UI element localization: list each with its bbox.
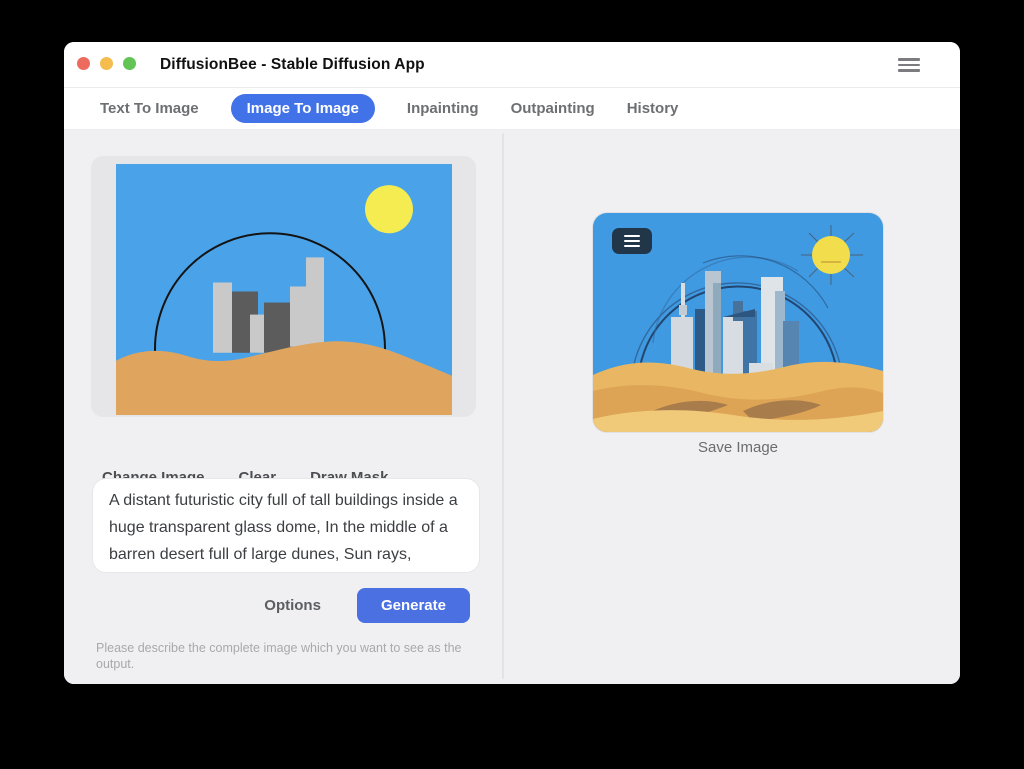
tab-outpainting[interactable]: Outpainting <box>511 100 595 117</box>
tab-inpainting[interactable]: Inpainting <box>407 100 479 117</box>
generated-image-card <box>593 213 883 432</box>
traffic-lights <box>77 57 136 70</box>
prompt-input[interactable]: A distant futuristic city full of tall b… <box>92 478 480 573</box>
input-image-preview <box>116 164 452 415</box>
zoom-button[interactable] <box>123 57 136 70</box>
prompt-helper-text: Please describe the complete image which… <box>96 640 478 672</box>
hamburger-menu-icon[interactable] <box>898 55 920 75</box>
desktop-background: DiffusionBee - Stable Diffusion App Text… <box>0 0 1024 769</box>
tab-history[interactable]: History <box>627 100 679 117</box>
result-menu-icon[interactable] <box>612 228 652 254</box>
main-content: Change Image Clear Draw Mask A distant f… <box>64 130 960 684</box>
generate-button[interactable]: Generate <box>357 588 470 623</box>
window-title: DiffusionBee - Stable Diffusion App <box>160 56 425 74</box>
tab-text-to-image[interactable]: Text To Image <box>100 100 199 117</box>
generate-row: Options Generate <box>92 588 470 623</box>
app-window: DiffusionBee - Stable Diffusion App Text… <box>64 42 960 684</box>
minimize-button[interactable] <box>100 57 113 70</box>
save-image-button[interactable]: Save Image <box>593 439 883 456</box>
tab-bar: Text To Image Image To Image Inpainting … <box>64 88 960 130</box>
input-image-card <box>91 156 476 417</box>
close-button[interactable] <box>77 57 90 70</box>
title-bar: DiffusionBee - Stable Diffusion App <box>64 42 960 88</box>
panel-divider <box>502 133 504 679</box>
tab-image-to-image[interactable]: Image To Image <box>231 94 375 123</box>
options-button[interactable]: Options <box>264 597 321 614</box>
